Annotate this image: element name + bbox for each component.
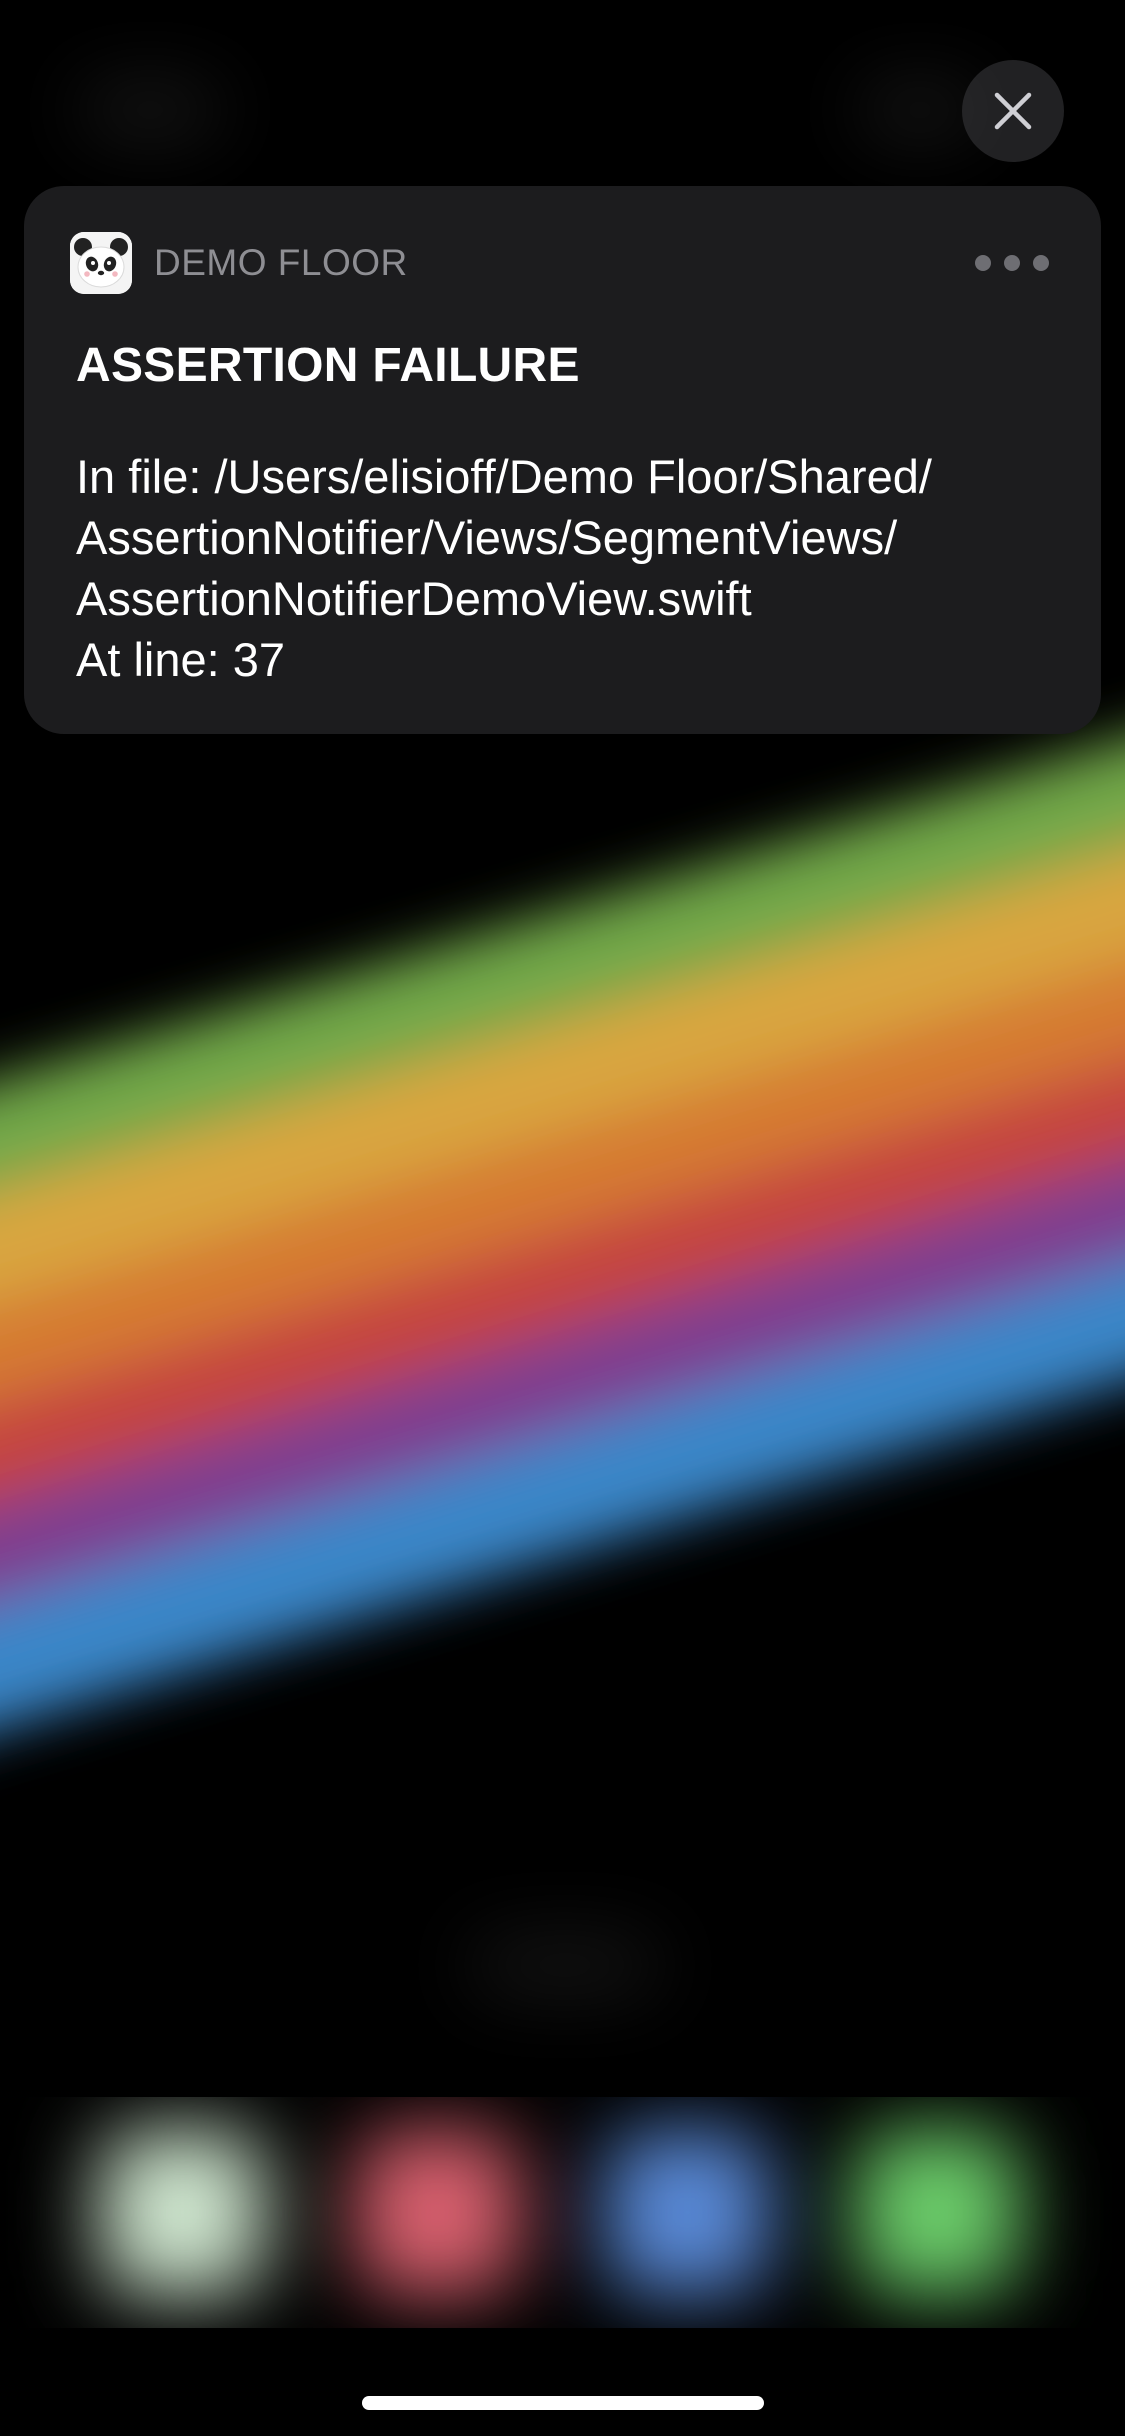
notification-body-line: AssertionNotifier/Views/SegmentViews/ [76,511,898,564]
more-button[interactable] [975,243,1049,283]
notification-header: DEMO FLOOR [70,232,1049,294]
home-indicator[interactable] [362,2396,764,2410]
notification-title: ASSERTION FAILURE [76,339,580,392]
dock-app-blur-1 [100,2130,265,2295]
ellipsis-icon [975,255,991,271]
dock-app-blur-3 [605,2130,770,2295]
dock-app-blur-2 [355,2130,520,2295]
notification-body: In file: /Users/elisioff/Demo Floor/Shar… [76,446,1061,690]
ellipsis-icon [1033,255,1049,271]
dock-app-blur-4 [855,2130,1020,2295]
notification-body-line: At line: 37 [76,633,286,686]
app-name: DEMO FLOOR [154,242,408,283]
close-icon [994,92,1032,130]
notification-body-line: AssertionNotifierDemoView.swift [76,572,752,625]
panda-icon [70,232,132,294]
close-button[interactable] [962,60,1064,162]
notification-body-line: In file: /Users/elisioff/Demo Floor/Shar… [76,450,932,503]
notification-card[interactable]: DEMO FLOOR ASSERTION FAILURE In file: /U… [24,186,1101,734]
ellipsis-icon [1004,255,1020,271]
